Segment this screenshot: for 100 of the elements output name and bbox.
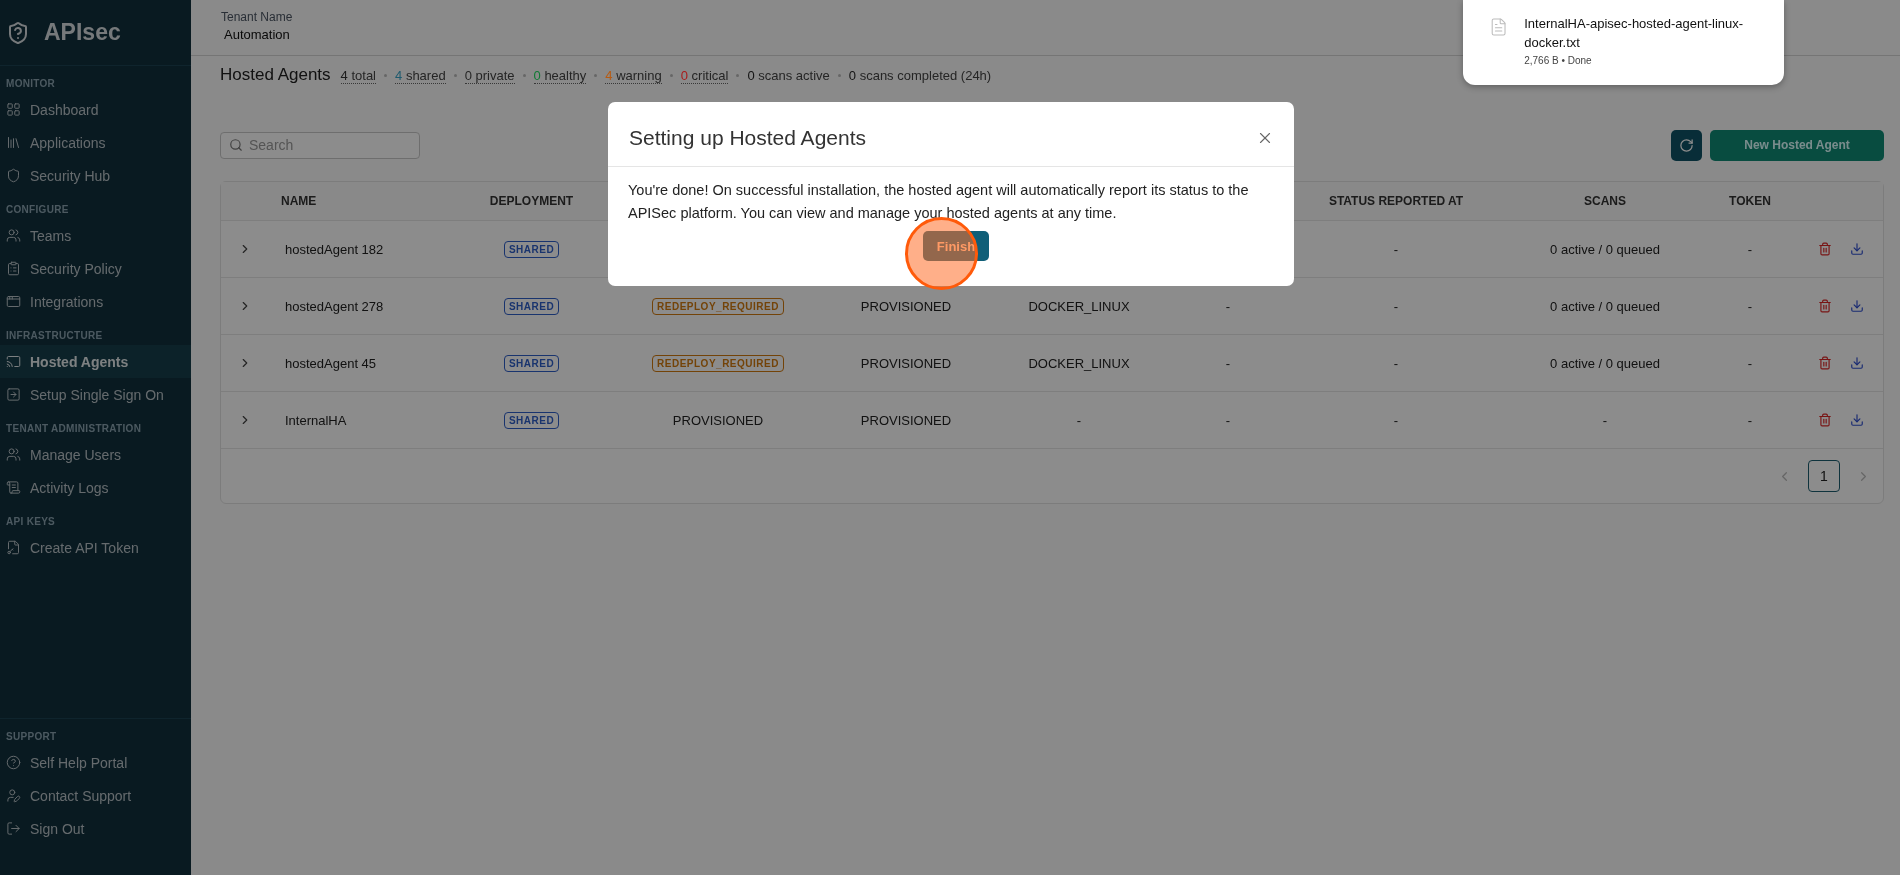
table-cell-text: hostedAgent 278 — [284, 298, 385, 314]
logo-icon — [6, 20, 30, 45]
table-cell-text: - — [1075, 412, 1083, 428]
table-cell-text: - — [1392, 355, 1400, 371]
sidebar-item-icon — [6, 480, 21, 495]
stat: 0 scans completed (24h) — [848, 68, 992, 83]
sidebar-item-icon — [6, 540, 21, 555]
sidebar-item[interactable]: Contact Support — [0, 779, 191, 812]
sidebar-item[interactable]: Dashboard — [0, 93, 191, 126]
stat[interactable]: 0 critical — [680, 68, 729, 84]
deployment-badge: SHARED — [503, 411, 560, 429]
table-cell-text: - — [1601, 412, 1609, 428]
stat[interactable]: 4 shared — [395, 68, 446, 84]
table-cell-text: - — [1392, 298, 1400, 314]
column-header: NAME — [280, 194, 318, 208]
delete-icon[interactable] — [1818, 356, 1832, 370]
table-cell-text: DOCKER_LINUX — [1027, 355, 1131, 371]
tenant-label: Tenant Name — [221, 10, 294, 24]
sidebar-item[interactable]: Teams — [0, 219, 191, 252]
tenant-name: Automation — [223, 27, 291, 42]
column-header: STATUS REPORTED AT — [1327, 194, 1465, 208]
section-heading: MONITOR — [5, 77, 57, 91]
table-cell-text: - — [1392, 241, 1400, 257]
status-badge: REDEPLOY_REQUIRED — [652, 297, 784, 315]
sidebar-item[interactable]: Integrations — [0, 285, 191, 318]
delete-icon[interactable] — [1818, 242, 1832, 256]
delete-icon[interactable] — [1818, 413, 1832, 427]
sidebar-item[interactable]: Applications — [0, 126, 191, 159]
dialog-message: You're done! On successful installation, the hosted agent will automatically report its status to the APISec platform. You can view and manage your hosted agents at any time. — [627, 181, 1250, 223]
table-cell-text: - — [1224, 355, 1232, 371]
column-header: DEPLOYMENT — [488, 194, 575, 208]
table-cell-text: - — [1746, 298, 1754, 314]
section-heading: CONFIGURE — [5, 203, 70, 217]
section-heading: TENANT ADMINISTRATION — [5, 422, 143, 436]
table-cell-text: PROVISIONED — [671, 412, 765, 428]
table-cell-text: hostedAgent 182 — [284, 241, 385, 257]
column-header: SCANS — [1583, 194, 1627, 208]
sidebar-item[interactable]: Activity Logs — [0, 471, 191, 504]
table-cell-text: - — [1224, 298, 1232, 314]
search-icon — [229, 137, 243, 152]
stat[interactable]: 0 private — [464, 68, 515, 84]
sidebar-item-icon — [6, 135, 21, 150]
sidebar-item-icon — [6, 168, 21, 183]
download-icon[interactable] — [1850, 413, 1864, 427]
sidebar-item[interactable]: Security Hub — [0, 159, 191, 192]
table-cell-text: - — [1746, 412, 1754, 428]
deployment-badge: SHARED — [503, 297, 560, 315]
column-header: TOKEN — [1728, 194, 1772, 208]
search-field[interactable]: Search — [220, 131, 420, 159]
table-cell-text: InternalHA — [284, 412, 348, 428]
table-cell-text: 0 active / 0 queued — [1549, 298, 1661, 314]
sidebar-item[interactable]: Setup Single Sign On — [0, 378, 191, 411]
dialog-title: Setting up Hosted Agents — [629, 126, 866, 150]
sidebar-item-icon — [6, 788, 21, 803]
table-cell-text: hostedAgent 45 — [284, 355, 378, 371]
sidebar-item-icon — [6, 755, 21, 770]
sidebar-item-icon — [6, 228, 21, 243]
new-hosted-agent-button[interactable]: New Hosted Agent — [1710, 129, 1884, 161]
table-cell-text: PROVISIONED — [859, 355, 953, 371]
page-title: Hosted Agents — [220, 65, 331, 85]
table-cell-text: - — [1746, 241, 1754, 257]
stat[interactable]: 4 warning — [605, 68, 662, 84]
sidebar-item-icon — [6, 821, 21, 836]
finish-button[interactable]: Finish — [923, 231, 989, 261]
table-cell-text: PROVISIONED — [859, 298, 953, 314]
status-badge: REDEPLOY_REQUIRED — [652, 354, 784, 372]
table-cell-text: DOCKER_LINUX — [1027, 298, 1131, 314]
download-icon[interactable] — [1850, 356, 1864, 370]
section-heading: API KEYS — [5, 515, 57, 529]
table-cell-text: PROVISIONED — [859, 412, 953, 428]
sidebar-item-icon — [6, 354, 21, 369]
section-heading: SUPPORT — [5, 730, 58, 744]
sidebar-item-icon — [6, 447, 21, 462]
sidebar-item[interactable]: Manage Users — [0, 438, 191, 471]
download-filename[interactable]: InternalHA-apisec-hosted-agent-linux-docker.txt — [1524, 14, 1764, 52]
table-cell-text: - — [1746, 355, 1754, 371]
stat[interactable]: 4 total — [340, 68, 376, 84]
sidebar-item-icon — [6, 387, 21, 402]
download-status: 2,766 B • Done — [1524, 55, 1593, 66]
sidebar-item[interactable]: Self Help Portal — [0, 746, 191, 779]
table-cell-text: - — [1224, 412, 1232, 428]
delete-icon[interactable] — [1818, 299, 1832, 313]
sidebar-item[interactable]: Security Policy — [0, 252, 191, 285]
download-icon[interactable] — [1850, 242, 1864, 256]
sidebar-item[interactable]: Sign Out — [0, 812, 191, 845]
table-cell-text: - — [1392, 412, 1400, 428]
table-cell-text: 0 active / 0 queued — [1549, 355, 1661, 371]
refresh-icon — [1679, 137, 1694, 153]
page-button[interactable]: 1 — [1808, 460, 1840, 492]
sidebar-item[interactable]: Create API Token — [0, 531, 191, 564]
sidebar-item-icon — [6, 261, 21, 276]
download-icon[interactable] — [1850, 299, 1864, 313]
refresh-button[interactable] — [1671, 129, 1702, 161]
table-cell-text: 0 active / 0 queued — [1549, 241, 1661, 257]
logo: APIsec — [44, 19, 121, 46]
stat[interactable]: 0 healthy — [533, 68, 587, 84]
sidebar-item-icon — [6, 102, 21, 117]
sidebar-item-icon — [6, 294, 21, 309]
sidebar-item[interactable]: Hosted Agents — [0, 345, 191, 378]
deployment-badge: SHARED — [503, 240, 560, 258]
